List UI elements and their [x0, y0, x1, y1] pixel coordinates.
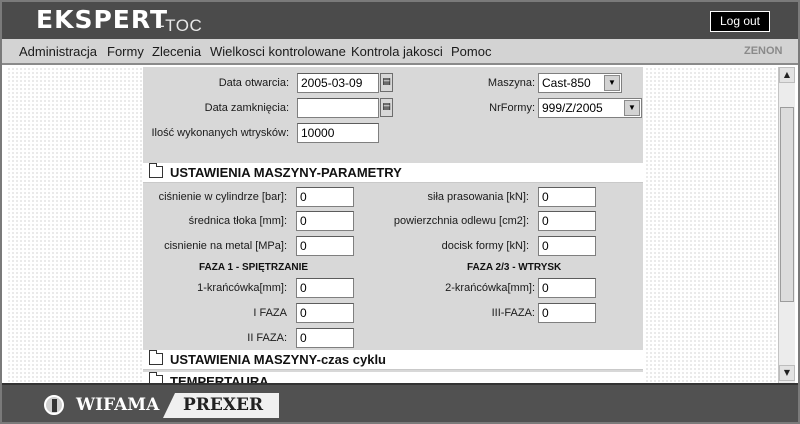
krancowka1-input[interactable]: 0 [296, 278, 354, 298]
data-otwarcia-label: Data otwarcia: [218, 77, 289, 89]
menu-item-wielkosci[interactable]: Wielkosci kontrolowane [210, 44, 346, 59]
docisk-formy-label: docisk formy [kN]: [441, 240, 529, 252]
menu-item-formy[interactable]: Formy [107, 44, 144, 59]
menu-item-administracja[interactable]: Administracja [19, 44, 97, 59]
chevron-down-icon[interactable]: ▼ [624, 100, 640, 116]
app-header: EKSPERT -TOC Log out [2, 2, 798, 39]
logo-prexer-text: PREXER [163, 393, 279, 418]
iifaza-label: II FAZA: [247, 332, 287, 344]
folder-icon [149, 372, 163, 383]
right-panel [645, 67, 777, 383]
cisnienie-metal-input[interactable]: 0 [296, 236, 354, 256]
brand-subtitle: -TOC [159, 16, 203, 35]
current-user: ZENON [744, 45, 783, 57]
app-footer: WIFAMA PREXER [2, 383, 798, 422]
calendar-icon[interactable]: ▤ [380, 73, 393, 92]
cisnienie-cylinder-input[interactable]: 0 [296, 187, 354, 207]
nrformy-select[interactable]: 999/Z/2005 ▼ [538, 98, 642, 118]
menu-item-kontrola[interactable]: Kontrola jakosci [351, 44, 443, 59]
sila-prasowania-input[interactable]: 0 [538, 187, 596, 207]
menu-item-zlecenia[interactable]: Zlecenia [152, 44, 201, 59]
calendar-icon[interactable]: ▤ [380, 98, 393, 117]
ilosc-wtryskow-label: Ilość wykonanych wtrysków: [151, 127, 289, 139]
iiifaza-label: III-FAZA: [491, 307, 535, 319]
folder-icon [149, 163, 163, 178]
cisnienie-metal-label: cisnienie na metal [MPa]: [164, 240, 287, 252]
data-otwarcia-input[interactable]: 2005-03-09 [297, 73, 379, 93]
nrformy-value: 999/Z/2005 [542, 101, 603, 115]
ifaza-label: I FAZA [253, 307, 287, 319]
iifaza-input[interactable]: 0 [296, 328, 354, 348]
left-panel [7, 67, 142, 383]
srednica-tloka-label: średnica tłoka [mm]: [188, 215, 287, 227]
app-window: EKSPERT -TOC Log out Administracja Formy… [0, 0, 800, 424]
faza1-heading: FAZA 1 - SPIĘTRZANIE [199, 262, 309, 273]
maszyna-label: Maszyna: [487, 77, 535, 89]
iiifaza-input[interactable]: 0 [538, 303, 596, 323]
data-zamkniecia-input[interactable] [297, 98, 379, 118]
faza23-heading: FAZA 2/3 - WTRYSK [467, 262, 562, 273]
wifama-emblem-icon [44, 395, 64, 415]
logout-button[interactable]: Log out [710, 11, 770, 32]
scroll-up-icon[interactable]: ▲ [779, 67, 795, 83]
logo-wifama-text: WIFAMA [76, 395, 160, 415]
section-czas-cyklu-header[interactable]: USTAWIENIA MASZYNY-czas cyklu [143, 350, 643, 370]
folder-icon [149, 350, 163, 365]
nrformy-label: NrFormy: [489, 102, 535, 114]
section-title: TEMPERTAURA [170, 374, 269, 383]
section-temperatura-header[interactable]: TEMPERTAURA [143, 372, 643, 383]
maszyna-value: Cast-850 [542, 76, 591, 90]
docisk-formy-input[interactable]: 0 [538, 236, 596, 256]
ilosc-wtryskow-input[interactable]: 10000 [297, 123, 379, 143]
scroll-thumb[interactable] [780, 107, 794, 302]
section-title: USTAWIENIA MASZYNY-czas cyklu [170, 352, 386, 367]
powierzchnia-odlewu-label: powierzchnia odlewu [cm2]: [393, 215, 529, 227]
powierzchnia-odlewu-input[interactable]: 0 [538, 211, 596, 231]
vertical-scrollbar[interactable]: ▲ ▼ [778, 67, 795, 383]
menu-item-pomoc[interactable]: Pomoc [451, 44, 491, 59]
scroll-down-icon[interactable]: ▼ [779, 365, 795, 381]
krancowka2-label: 2-krańcówka[mm]: [445, 282, 535, 294]
cisnienie-cylinder-label: ciśnienie w cylindrze [bar]: [158, 191, 287, 203]
company-logo: WIFAMA PREXER [40, 393, 280, 418]
ifaza-input[interactable]: 0 [296, 303, 354, 323]
sila-prasowania-label: siła prasowania [kN]: [427, 191, 530, 203]
srednica-tloka-input[interactable]: 0 [296, 211, 354, 231]
brand-title: EKSPERT [36, 5, 169, 34]
chevron-down-icon[interactable]: ▼ [604, 75, 620, 91]
main-menu: Administracja Formy Zlecenia Wielkosci k… [2, 39, 798, 65]
maszyna-select[interactable]: Cast-850 ▼ [538, 73, 622, 93]
data-zamkniecia-label: Data zamknięcia: [204, 102, 289, 114]
krancowka1-label: 1-krańcówka[mm]: [197, 282, 287, 294]
order-form: Data otwarcia: 2005-03-09 ▤ Data zamknię… [143, 67, 643, 383]
section-parametry-header[interactable]: USTAWIENIA MASZYNY-PARAMETRY [143, 163, 643, 183]
krancowka2-input[interactable]: 0 [538, 278, 596, 298]
section-title: USTAWIENIA MASZYNY-PARAMETRY [170, 165, 402, 180]
